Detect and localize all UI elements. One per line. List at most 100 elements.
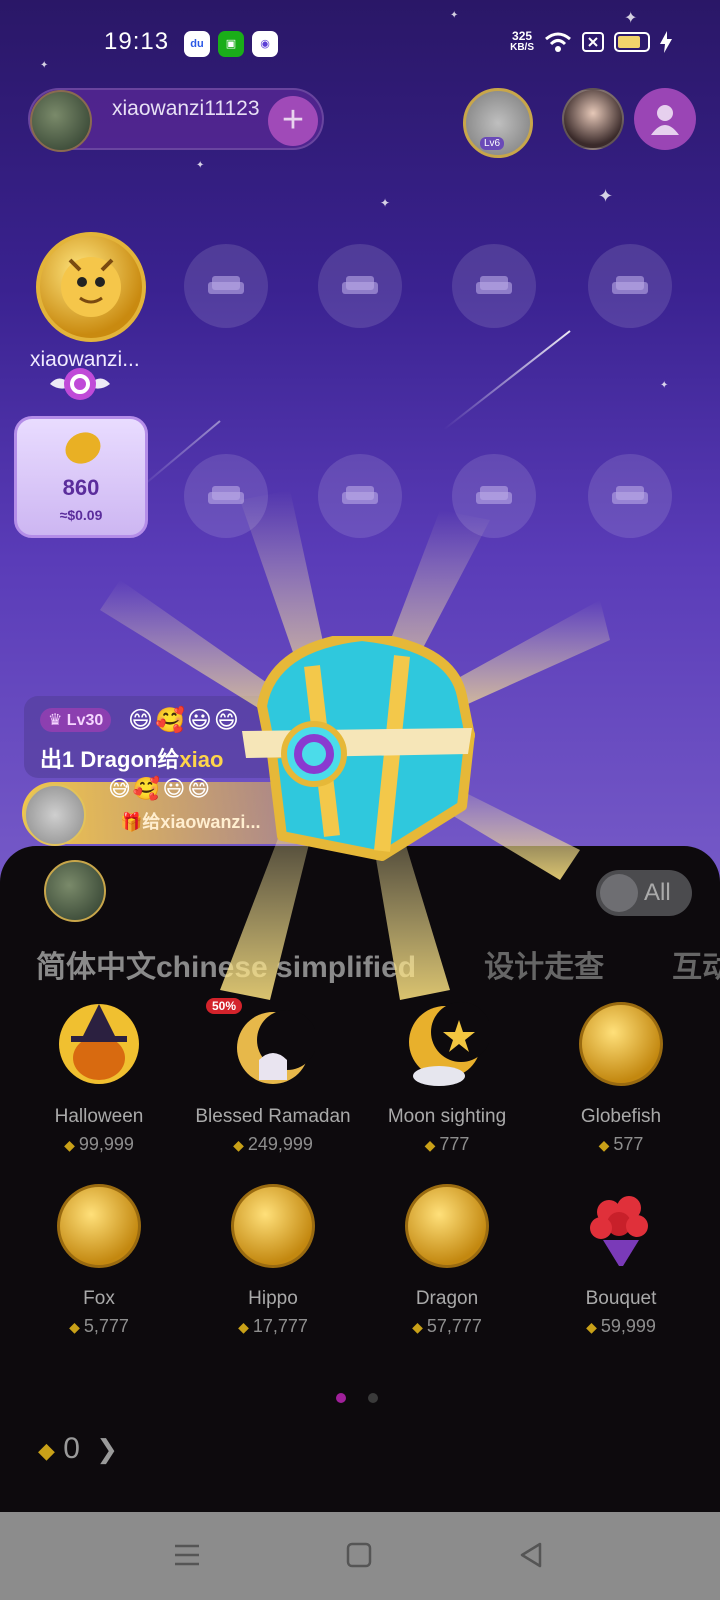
owner-name: xiaowanzi11123 <box>112 97 260 120</box>
angel-wings-icon <box>50 368 110 400</box>
diamond-icon: ◆ <box>586 1319 597 1335</box>
tab-chinese-simplified[interactable]: 简体中文chinese simplified <box>36 942 416 986</box>
gift-name: Hippo <box>248 1288 298 1309</box>
empty-seat[interactable] <box>452 454 536 538</box>
baidu-icon: du <box>184 31 210 57</box>
globefish-icon <box>579 1002 663 1086</box>
all-toggle[interactable]: All <box>596 870 692 916</box>
home-icon[interactable] <box>344 1540 374 1570</box>
empty-seat[interactable] <box>452 244 536 328</box>
host-seat[interactable] <box>36 232 146 342</box>
sofa-icon <box>208 276 244 294</box>
gift-name: Blessed Ramadan <box>195 1106 351 1127</box>
bean-amount: 860 <box>62 475 100 500</box>
system-nav-bar <box>0 1512 720 1600</box>
tab-design-review[interactable]: 设计走查 <box>484 942 604 986</box>
price-value: 17,777 <box>252 1316 308 1336</box>
gift-item-globefish[interactable]: Globefish ◆ 577 <box>534 994 708 1170</box>
status-bar: 19:13 du ▣ ◉ 325 KB/S <box>0 0 720 88</box>
chat-message-text: 出1 Dragon给xiao <box>40 742 223 774</box>
room-owner-pill[interactable]: xiaowanzi11123 + <box>28 88 324 152</box>
gift-item-hippo[interactable]: Hippo ◆ 17,777 <box>186 1176 360 1352</box>
diamond-icon: ◆ <box>233 1137 244 1153</box>
message-target: xiao <box>179 747 224 772</box>
browser-icon: ◉ <box>252 31 278 57</box>
charging-icon <box>660 31 672 53</box>
gift-name: Bouquet <box>585 1288 657 1309</box>
diamond-icon: ◆ <box>238 1319 249 1335</box>
recipient-avatar[interactable] <box>44 860 106 922</box>
sofa-icon <box>342 276 378 294</box>
sender-avatar <box>24 784 86 846</box>
page-dot[interactable] <box>368 1393 378 1403</box>
chevron-right-icon: ❯ <box>96 1434 119 1464</box>
diamond-balance[interactable]: ◆ 0 ❯ <box>38 1432 118 1466</box>
owner-avatar[interactable] <box>30 90 92 152</box>
wifi-icon <box>545 32 571 52</box>
host-level-avatar[interactable]: Lv6 <box>463 88 533 158</box>
gift-item-dragon[interactable]: Dragon ◆ 57,777 <box>360 1176 534 1352</box>
balance-value: 0 <box>63 1432 80 1465</box>
battery-icon <box>614 32 650 52</box>
page-indicator <box>336 1390 400 1408</box>
empty-seat[interactable] <box>184 454 268 538</box>
price-value: 777 <box>439 1134 470 1154</box>
dragon-avatar-icon <box>61 257 121 317</box>
page-dot-active[interactable] <box>336 1393 346 1403</box>
sofa-icon <box>612 486 648 504</box>
sofa-icon <box>342 486 378 504</box>
sofa-icon <box>476 486 512 504</box>
price-value: 57,777 <box>426 1316 482 1336</box>
status-time: 19:13 <box>104 28 170 55</box>
moon-star-icon <box>409 1002 489 1086</box>
star-decoration: ✦ <box>196 160 205 171</box>
toggle-label: All <box>644 879 671 906</box>
gift-price: ◆ 59,999 <box>534 1316 708 1337</box>
diamond-icon: ◆ <box>412 1319 423 1335</box>
bean-reward-card[interactable]: 860 ≈$0.09 <box>14 416 148 538</box>
empty-seat[interactable] <box>184 244 268 328</box>
level-badge: Lv6 <box>480 137 505 150</box>
diamond-icon: ◆ <box>424 1137 436 1153</box>
network-speed: 325 KB/S <box>510 30 534 54</box>
empty-seat[interactable] <box>318 244 402 328</box>
gift-price: ◆ 57,777 <box>360 1316 534 1337</box>
sofa-icon <box>476 276 512 294</box>
empty-seat[interactable] <box>588 244 672 328</box>
follow-button[interactable]: + <box>268 96 318 146</box>
gift-item-fox[interactable]: Fox ◆ 5,777 <box>12 1176 186 1352</box>
gift-item-bouquet[interactable]: Bouquet ◆ 59,999 <box>534 1176 708 1352</box>
gift-name: Moon sighting <box>387 1106 507 1127</box>
empty-seat[interactable] <box>318 454 402 538</box>
menu-icon[interactable] <box>172 1540 202 1570</box>
tab-interactive[interactable]: 互动 <box>672 942 720 986</box>
wechat-icon: ▣ <box>218 31 244 57</box>
hippo-icon <box>231 1184 315 1268</box>
price-value: 249,999 <box>247 1134 313 1154</box>
user-level: Lv30 <box>66 712 104 729</box>
user-level-pill: ♛ Lv30 <box>40 708 112 732</box>
speed-unit: KB/S <box>510 42 534 53</box>
price-value: 99,999 <box>78 1134 134 1154</box>
emoji-row: 😄🥰😃😄 <box>128 707 241 734</box>
star-decoration: ✦ <box>598 186 614 206</box>
empty-seat[interactable] <box>588 454 672 538</box>
gift-item-moon-sighting[interactable]: Moon sighting ◆ 777 <box>360 994 534 1170</box>
gift-item-halloween[interactable]: Halloween ◆ 99,999 <box>12 994 186 1170</box>
bouquet-icon <box>590 1196 648 1266</box>
diamond-icon: ◆ <box>69 1319 80 1335</box>
crescent-mosque-icon <box>237 1010 315 1084</box>
sim-x-icon <box>582 32 604 52</box>
message-prefix: 出1 Dragon给 <box>40 747 180 772</box>
back-icon[interactable] <box>516 1540 546 1570</box>
gift-name: Halloween <box>54 1106 144 1127</box>
dragon-icon <box>405 1184 489 1268</box>
gift-price: ◆ 99,999 <box>12 1134 186 1155</box>
online-users-button[interactable] <box>634 88 696 150</box>
toggle-knob <box>600 874 638 912</box>
audience-avatar[interactable] <box>562 88 624 150</box>
gift-price: ◆ 249,999 <box>186 1134 360 1155</box>
gift-item-blessed-ramadan[interactable]: 50% Blessed Ramadan ◆ 249,999 <box>186 994 360 1170</box>
bean-usd-value: ≈$0.09 <box>59 507 103 523</box>
users-icon <box>651 105 679 135</box>
